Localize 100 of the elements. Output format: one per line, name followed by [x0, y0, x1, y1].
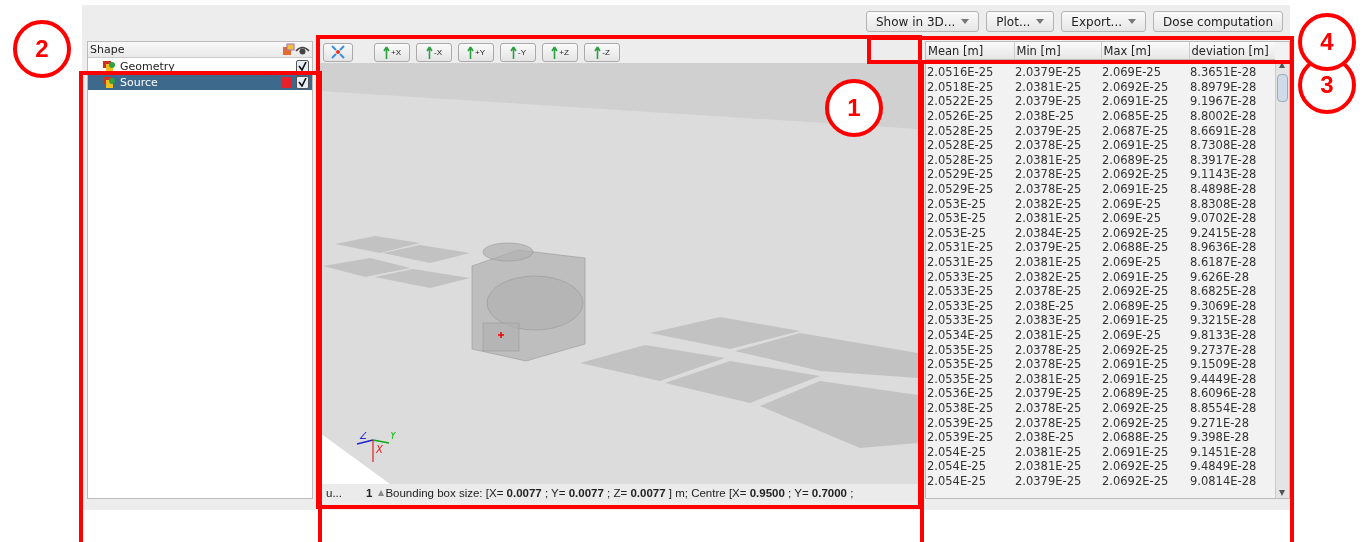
table-cell-text: 2.0379E-25	[1014, 473, 1083, 489]
table-cell-text: 2.0691E-25	[1101, 371, 1170, 387]
column-header[interactable]: Min [m]	[1014, 42, 1101, 60]
toolbar-button[interactable]: Show in 3D...	[866, 11, 980, 32]
table-cell-text: 2.053E-25	[926, 210, 987, 226]
table-cell-text: 2.0687E-25	[1101, 123, 1170, 138]
table-cell-text: 2.0533E-25	[926, 269, 995, 284]
table-cell-text: 2.0692E-25	[1101, 473, 1170, 489]
scroll-up-icon[interactable]	[1279, 62, 1285, 68]
view-direction-button[interactable]: +Z	[542, 42, 578, 62]
table-cell-text: 2.0383E-25	[1014, 313, 1083, 328]
table-cell-text: 8.6187E-28	[1189, 254, 1258, 270]
table-cell-text: 9.3069E-28	[1189, 298, 1258, 314]
table-cell-text: 2.054E-25	[926, 444, 987, 460]
table-cell-text: 2.0528E-25	[926, 137, 995, 153]
table-cell-text: 9.4449E-28	[1189, 371, 1258, 387]
fit-view-button[interactable]	[323, 42, 353, 62]
tree-item[interactable]: Geometry	[88, 58, 312, 74]
table-cell-text: 2.0529E-25	[926, 181, 995, 197]
table-cell-text: 8.6691E-28	[1189, 123, 1258, 138]
table-cell-text: 2.0533E-25	[926, 283, 995, 299]
table-cell-text: 2.038E-25	[1014, 298, 1075, 314]
table-cell-text: 2.0378E-25	[1014, 342, 1083, 357]
column-header[interactable]: deviation [m]	[1189, 42, 1275, 60]
table-cell-text: 8.4898E-28	[1189, 181, 1258, 197]
table-cell-text: 9.3215E-28	[1189, 313, 1258, 328]
column-header: Shape	[90, 43, 126, 56]
table-cell-text: 2.0692E-25	[1101, 79, 1170, 95]
table-cell-text: 2.0381E-25	[1014, 79, 1083, 95]
table-cell-text: 8.8002E-28	[1189, 108, 1258, 124]
toolbar-button[interactable]: Dose computation	[1153, 11, 1283, 32]
table-cell-text: 2.0691E-25	[1101, 444, 1170, 460]
toolbar-button[interactable]: Export...	[1061, 11, 1147, 32]
table-cell-text: 2.0691E-25	[1101, 181, 1170, 197]
table-cell-text: 2.0379E-25	[1014, 386, 1083, 401]
scroll-down-icon[interactable]	[1279, 490, 1285, 496]
view-direction-button[interactable]: +X	[374, 42, 410, 62]
visibility-checkbox[interactable]	[296, 75, 309, 89]
table-cell-text: 2.069E-25	[1101, 65, 1162, 80]
view-direction-button[interactable]: -Z	[584, 42, 620, 62]
arrow-icon	[467, 45, 474, 59]
arrow-icon	[551, 45, 559, 59]
table-cell-text: 2.0536E-25	[926, 386, 995, 401]
table-cell-text: 2.0533E-25	[926, 313, 995, 328]
callout-number: 2	[13, 20, 71, 78]
table-cell-text: 8.8979E-28	[1189, 79, 1258, 95]
table-cell-text: 2.0381E-25	[1014, 459, 1083, 474]
column-header[interactable]: Max [m]	[1101, 42, 1189, 60]
table-cell-text: 8.3651E-28	[1189, 65, 1258, 80]
table-cell-text: 2.0381E-25	[1014, 371, 1083, 387]
tree-label: Geometry	[120, 59, 176, 73]
table-cell-text: 2.0689E-25	[1101, 298, 1170, 314]
table-cell-text: 8.7308E-28	[1189, 137, 1258, 153]
table-cell-text: 8.6096E-28	[1189, 386, 1258, 401]
table-cell-text: 9.398E-28	[1189, 429, 1250, 445]
table-cell-text: 2.0692E-25	[1101, 400, 1170, 416]
table-cell-text: 2.0379E-25	[1014, 65, 1083, 80]
table-cell-text: 2.0691E-25	[1101, 94, 1170, 109]
table-cell-text: 8.8554E-28	[1189, 400, 1258, 416]
bounding-box-text: Bounding box size: [X= 0.0077 ; Y= 0.0077 ; Z= 0.0077 ] m; Centre [X= 0.9500 ; Y= 0.7000 ;	[385, 486, 854, 499]
table-cell-text: 2.053E-25	[926, 225, 987, 241]
table-cell-text: 2.0692E-25	[1101, 342, 1170, 357]
table-cell-text: 9.1451E-28	[1189, 444, 1258, 460]
table-cell-text: 2.0379E-25	[1014, 123, 1083, 138]
table-cell-text: 2.0691E-25	[1101, 313, 1170, 328]
table-cell-text: 2.0535E-25	[926, 342, 995, 357]
table-cell-text: 2.0378E-25	[1014, 137, 1083, 153]
table-cell-text: 2.0688E-25	[1101, 429, 1170, 445]
table-cell-text: 2.069E-25	[1101, 196, 1162, 211]
table-cell-text: 9.1967E-28	[1189, 94, 1258, 109]
table-cell-text: 2.0692E-25	[1101, 459, 1170, 474]
view-direction-button[interactable]: -X	[416, 42, 452, 62]
table-cell-text: 2.069E-25	[1101, 327, 1162, 343]
table-cell-text: 2.0539E-25	[926, 429, 995, 445]
table-cell-text: 2.069E-25	[1101, 254, 1162, 270]
table-cell-text: 2.0381E-25	[1014, 210, 1083, 226]
table-cell-text: 8.6825E-28	[1189, 283, 1258, 299]
table-cell-text: 2.069E-25	[1101, 210, 1162, 226]
arrow-icon	[510, 45, 517, 59]
table-cell-text: 2.0378E-25	[1014, 167, 1083, 182]
view-direction-button[interactable]: +Y	[458, 42, 494, 62]
table-cell-text: 9.2737E-28	[1189, 342, 1258, 357]
table-cell-text: 9.1143E-28	[1189, 167, 1258, 182]
table-cell-text: 2.0692E-25	[1101, 167, 1170, 182]
view-direction-button[interactable]: -Y	[500, 42, 536, 62]
arrow-icon	[426, 45, 433, 59]
table-cell-text: 2.0685E-25	[1101, 108, 1170, 124]
table-cell-text: 2.0528E-25	[926, 152, 995, 168]
dropdown-caret-icon	[1036, 19, 1045, 24]
table-cell-text: 2.0522E-25	[926, 94, 995, 109]
table-cell-text: 2.0533E-25	[926, 298, 995, 314]
status-text: u...	[326, 486, 342, 499]
table-cell-text: 2.0528E-25	[926, 123, 995, 138]
table-cell-text: 2.0691E-25	[1101, 269, 1170, 284]
toolbar-button[interactable]: Plot...	[986, 11, 1055, 32]
tree-label: Source	[120, 75, 159, 89]
scrollbar-thumb[interactable]	[1277, 74, 1288, 102]
fit-view-icon	[331, 45, 345, 59]
table-cell-text: 2.0538E-25	[926, 400, 995, 416]
column-header[interactable]: Mean [m]	[926, 42, 1014, 60]
